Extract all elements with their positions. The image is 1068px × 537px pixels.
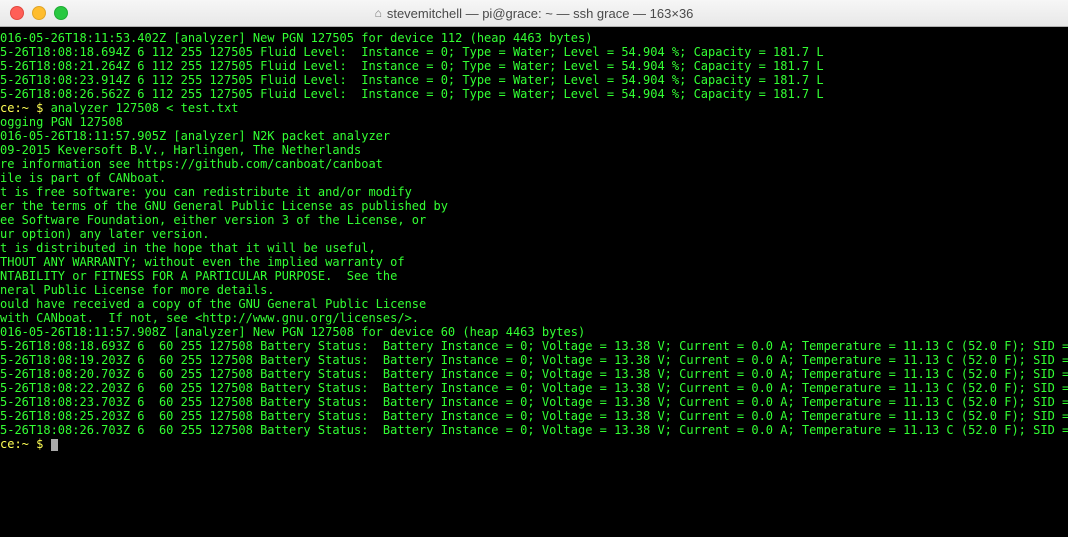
terminal-line: 5-26T18:08:19.203Z 6 60 255 127508 Batte… bbox=[0, 353, 1068, 367]
window-title: ⌂ stevemitchell — pi@grace: ~ — ssh grac… bbox=[0, 6, 1068, 21]
terminal-line: 5-26T18:08:20.703Z 6 60 255 127508 Batte… bbox=[0, 367, 1068, 381]
terminal-line: ould have received a copy of the GNU Gen… bbox=[0, 297, 1068, 311]
terminal-prompt-line: ce:~ $ analyzer 127508 < test.txt bbox=[0, 101, 1068, 115]
terminal-line: t is free software: you can redistribute… bbox=[0, 185, 1068, 199]
terminal-line: 5-26T18:08:23.914Z 6 112 255 127505 Flui… bbox=[0, 73, 1068, 87]
terminal-line: er the terms of the GNU General Public L… bbox=[0, 199, 1068, 213]
terminal-line: re information see https://github.com/ca… bbox=[0, 157, 1068, 171]
titlebar: ⌂ stevemitchell — pi@grace: ~ — ssh grac… bbox=[0, 0, 1068, 27]
terminal-line: t is distributed in the hope that it wil… bbox=[0, 241, 1068, 255]
terminal-line: 5-26T18:08:23.703Z 6 60 255 127508 Batte… bbox=[0, 395, 1068, 409]
terminal-prompt: ce:~ $ bbox=[0, 437, 51, 451]
terminal-line: neral Public License for more details. bbox=[0, 283, 1068, 297]
terminal-line: 5-26T18:08:21.264Z 6 112 255 127505 Flui… bbox=[0, 59, 1068, 73]
terminal-line: 09-2015 Keversoft B.V., Harlingen, The N… bbox=[0, 143, 1068, 157]
terminal-line: 5-26T18:08:25.203Z 6 60 255 127508 Batte… bbox=[0, 409, 1068, 423]
terminal-line: 5-26T18:08:18.694Z 6 112 255 127505 Flui… bbox=[0, 45, 1068, 59]
terminal-line: 5-26T18:08:26.703Z 6 60 255 127508 Batte… bbox=[0, 423, 1068, 437]
minimize-icon[interactable] bbox=[32, 6, 46, 20]
terminal-line: with CANboat. If not, see <http://www.gn… bbox=[0, 311, 1068, 325]
home-icon: ⌂ bbox=[375, 6, 382, 20]
terminal-line: ur option) any later version. bbox=[0, 227, 1068, 241]
zoom-icon[interactable] bbox=[54, 6, 68, 20]
cursor-icon bbox=[51, 439, 58, 451]
terminal-window: ⌂ stevemitchell — pi@grace: ~ — ssh grac… bbox=[0, 0, 1068, 537]
terminal-line: THOUT ANY WARRANTY; without even the imp… bbox=[0, 255, 1068, 269]
terminal-command: analyzer 127508 < test.txt bbox=[51, 101, 239, 115]
terminal-line: 016-05-26T18:11:57.908Z [analyzer] New P… bbox=[0, 325, 1068, 339]
terminal-line: 5-26T18:08:22.203Z 6 60 255 127508 Batte… bbox=[0, 381, 1068, 395]
terminal-line: ile is part of CANboat. bbox=[0, 171, 1068, 185]
window-title-text: stevemitchell — pi@grace: ~ — ssh grace … bbox=[387, 6, 694, 21]
traffic-lights bbox=[0, 6, 68, 20]
terminal-prompt: ce:~ $ bbox=[0, 101, 51, 115]
terminal-prompt-line: ce:~ $ bbox=[0, 437, 1068, 451]
terminal-line: 5-26T18:08:26.562Z 6 112 255 127505 Flui… bbox=[0, 87, 1068, 101]
terminal-line: 016-05-26T18:11:53.402Z [analyzer] New P… bbox=[0, 31, 1068, 45]
terminal-line: ogging PGN 127508 bbox=[0, 115, 1068, 129]
terminal-line: ee Software Foundation, either version 3… bbox=[0, 213, 1068, 227]
terminal-line: 5-26T18:08:18.693Z 6 60 255 127508 Batte… bbox=[0, 339, 1068, 353]
terminal-line: NTABILITY or FITNESS FOR A PARTICULAR PU… bbox=[0, 269, 1068, 283]
terminal-body[interactable]: 016-05-26T18:11:53.402Z [analyzer] New P… bbox=[0, 27, 1068, 537]
close-icon[interactable] bbox=[10, 6, 24, 20]
terminal-line: 016-05-26T18:11:57.905Z [analyzer] N2K p… bbox=[0, 129, 1068, 143]
